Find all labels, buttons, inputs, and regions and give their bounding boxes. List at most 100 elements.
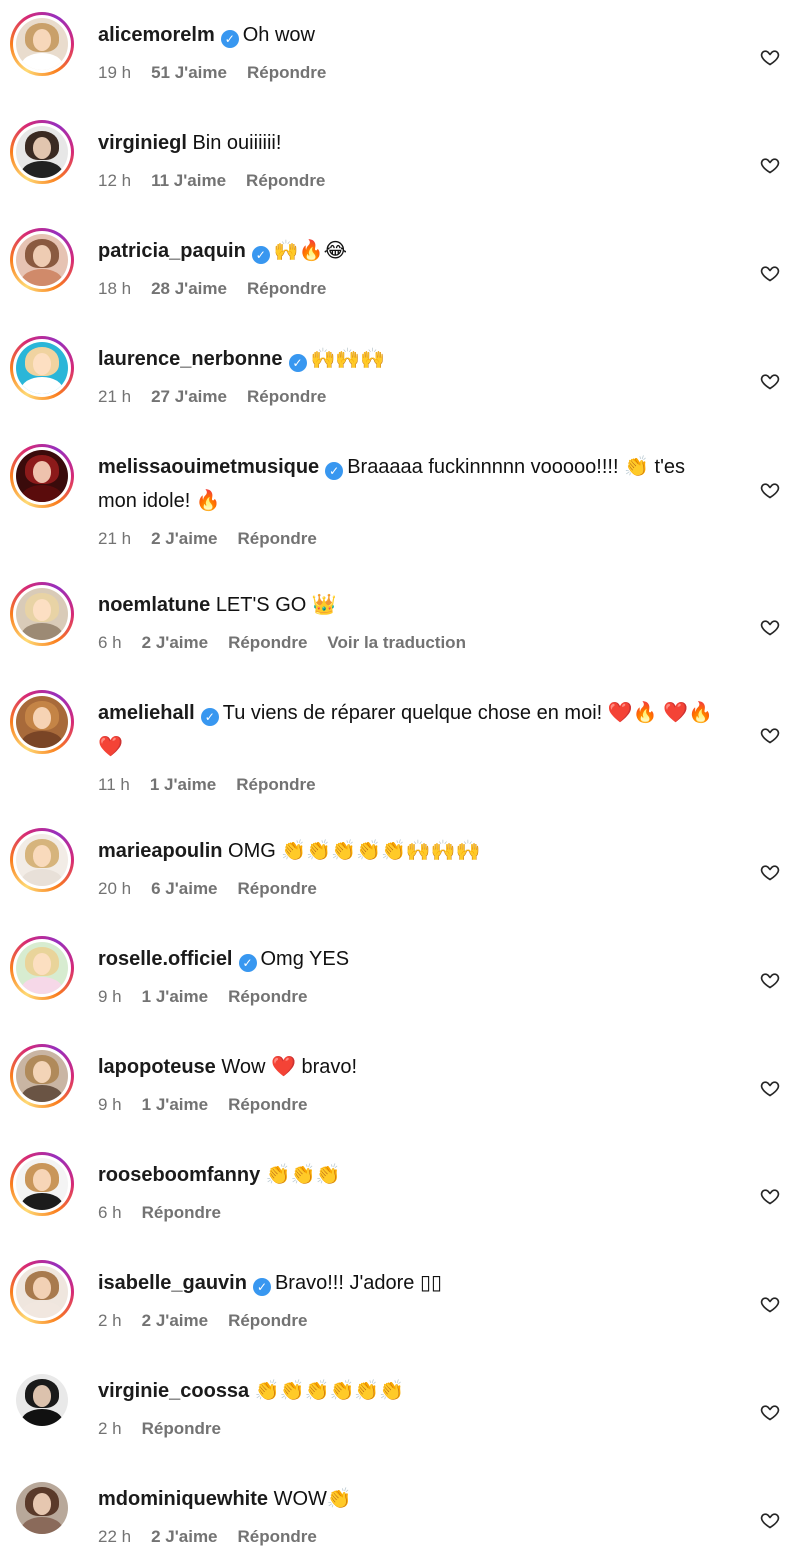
reply-button[interactable]: Répondre — [228, 1310, 307, 1332]
likes-count[interactable]: 2 J'aime — [142, 1310, 208, 1332]
reply-button[interactable]: Répondre — [236, 774, 315, 796]
avatar-body — [21, 1409, 63, 1426]
comment-timestamp[interactable]: 9 h — [98, 1094, 122, 1116]
story-ring[interactable] — [10, 336, 74, 400]
comment-timestamp[interactable]: 18 h — [98, 278, 131, 300]
likes-count[interactable]: 2 J'aime — [151, 1526, 217, 1548]
comment-timestamp[interactable]: 2 h — [98, 1310, 122, 1332]
username-link[interactable]: roselle.officiel — [98, 948, 233, 970]
reply-button[interactable]: Répondre — [238, 528, 317, 550]
heart-outline-icon[interactable] — [760, 617, 780, 637]
story-ring[interactable] — [10, 936, 74, 1000]
comment-text: Bravo!!! J'adore ▯▯ — [274, 1272, 442, 1294]
reply-button[interactable]: Répondre — [247, 386, 326, 408]
likes-count[interactable]: 51 J'aime — [151, 62, 227, 84]
reply-button[interactable]: Répondre — [247, 278, 326, 300]
avatar-body — [21, 53, 63, 70]
see-translation-button[interactable]: Voir la traduction — [327, 632, 466, 654]
reply-button[interactable]: Répondre — [247, 62, 326, 84]
likes-count[interactable]: 6 J'aime — [151, 878, 217, 900]
story-ring[interactable] — [10, 1152, 74, 1216]
username-link[interactable]: alicemorelm — [98, 24, 215, 46]
username-link[interactable]: rooseboomfanny — [98, 1164, 260, 1186]
comment-item: marieapoulin OMG 👏👏👏👏👏🙌🙌🙌 20 h 6 J'aime Rép… — [0, 828, 800, 900]
comment-timestamp[interactable]: 2 h — [98, 1418, 122, 1440]
story-ring[interactable] — [10, 1044, 74, 1108]
comment-timestamp[interactable]: 6 h — [98, 1202, 122, 1224]
likes-count[interactable]: 2 J'aime — [142, 632, 208, 654]
comment-timestamp[interactable]: 22 h — [98, 1526, 131, 1548]
story-ring[interactable] — [10, 828, 74, 892]
story-ring[interactable] — [10, 582, 74, 646]
reply-button[interactable]: Répondre — [142, 1202, 221, 1224]
heart-outline-icon[interactable] — [760, 155, 780, 175]
comment-timestamp[interactable]: 9 h — [98, 986, 122, 1008]
reply-button[interactable]: Répondre — [238, 1526, 317, 1548]
username-link[interactable]: melissaouimetmusique — [98, 456, 319, 478]
reply-button[interactable]: Répondre — [228, 986, 307, 1008]
heart-outline-icon[interactable] — [760, 1294, 780, 1314]
story-ring[interactable] — [10, 228, 74, 292]
avatar[interactable] — [10, 1368, 74, 1432]
reply-button[interactable]: Répondre — [246, 170, 325, 192]
heart-outline-icon[interactable] — [760, 1078, 780, 1098]
username-link[interactable]: patricia_paquin — [98, 240, 246, 262]
username-link[interactable]: mdominiquewhite — [98, 1488, 268, 1510]
username-link[interactable]: ameliehall — [98, 702, 195, 724]
comment-item: alicemorelm ✓ Oh wow 19 h 51 J'aime Répondre — [0, 12, 800, 84]
avatar-image — [16, 1374, 68, 1426]
username-link[interactable]: lapopoteuse — [98, 1056, 216, 1078]
comment-timestamp[interactable]: 6 h — [98, 632, 122, 654]
comment-item: lapopoteuse Wow ❤️ bravo! 9 h 1 J'aime Répo… — [0, 1044, 800, 1116]
avatar-body — [21, 1517, 63, 1534]
heart-outline-icon[interactable] — [760, 725, 780, 745]
comment-timestamp[interactable]: 11 h — [98, 774, 130, 796]
comment-timestamp[interactable]: 20 h — [98, 878, 131, 900]
heart-outline-icon[interactable] — [760, 1510, 780, 1530]
heart-outline-icon[interactable] — [760, 1402, 780, 1422]
username-link[interactable]: isabelle_gauvin — [98, 1272, 247, 1294]
comment-meta: 19 h 51 J'aime Répondre — [98, 62, 724, 84]
username-link[interactable]: virginie_coossa — [98, 1380, 249, 1402]
likes-count[interactable]: 1 J'aime — [142, 986, 208, 1008]
reply-button[interactable]: Répondre — [142, 1418, 221, 1440]
story-ring[interactable] — [10, 690, 74, 754]
comment-text: Omg YES — [260, 948, 350, 970]
likes-count[interactable]: 1 J'aime — [150, 774, 216, 796]
comment-line: laurence_nerbonne ✓ 🙌🙌🙌 — [98, 342, 724, 376]
likes-count[interactable]: 11 J'aime — [151, 170, 226, 192]
heart-outline-icon[interactable] — [760, 970, 780, 990]
likes-count[interactable]: 2 J'aime — [151, 528, 217, 550]
comment-text: 🙌🙌🙌 — [310, 348, 386, 370]
heart-outline-icon[interactable] — [760, 263, 780, 283]
heart-outline-icon[interactable] — [760, 371, 780, 391]
avatar[interactable] — [10, 1476, 74, 1540]
heart-outline-icon[interactable] — [760, 862, 780, 882]
username-link[interactable]: noemlatune — [98, 594, 210, 616]
username-link[interactable]: laurence_nerbonne — [98, 348, 283, 370]
username-link[interactable]: marieapoulin — [98, 840, 222, 862]
comment-item: rooseboomfanny 👏👏👏 6 h Répondre — [0, 1152, 800, 1224]
heart-outline-icon[interactable] — [760, 47, 780, 67]
comment-timestamp[interactable]: 12 h — [98, 170, 131, 192]
comment-timestamp[interactable]: 21 h — [98, 386, 131, 408]
likes-count[interactable]: 28 J'aime — [151, 278, 227, 300]
username-link[interactable]: virginiegl — [98, 132, 187, 154]
heart-outline-icon[interactable] — [760, 1186, 780, 1206]
reply-button[interactable]: Répondre — [228, 1094, 307, 1116]
comment-timestamp[interactable]: 19 h — [98, 62, 131, 84]
comment-text: 👏👏👏👏👏👏 — [254, 1380, 405, 1402]
heart-outline-icon[interactable] — [760, 480, 780, 500]
likes-count[interactable]: 1 J'aime — [142, 1094, 208, 1116]
comment-body: virginiegl Bin ouiiiiii! 12 h 11 J'aime Rép… — [74, 120, 724, 192]
story-ring[interactable] — [10, 120, 74, 184]
comment-timestamp[interactable]: 21 h — [98, 528, 131, 550]
story-ring[interactable] — [10, 1260, 74, 1324]
story-ring[interactable] — [10, 12, 74, 76]
comment-body: marieapoulin OMG 👏👏👏👏👏🙌🙌🙌 20 h 6 J'aime Rép… — [74, 828, 724, 900]
reply-button[interactable]: Répondre — [238, 878, 317, 900]
story-ring[interactable] — [10, 444, 74, 508]
comment-text: Wow ❤️ bravo! — [221, 1056, 358, 1078]
reply-button[interactable]: Répondre — [228, 632, 307, 654]
likes-count[interactable]: 27 J'aime — [151, 386, 227, 408]
